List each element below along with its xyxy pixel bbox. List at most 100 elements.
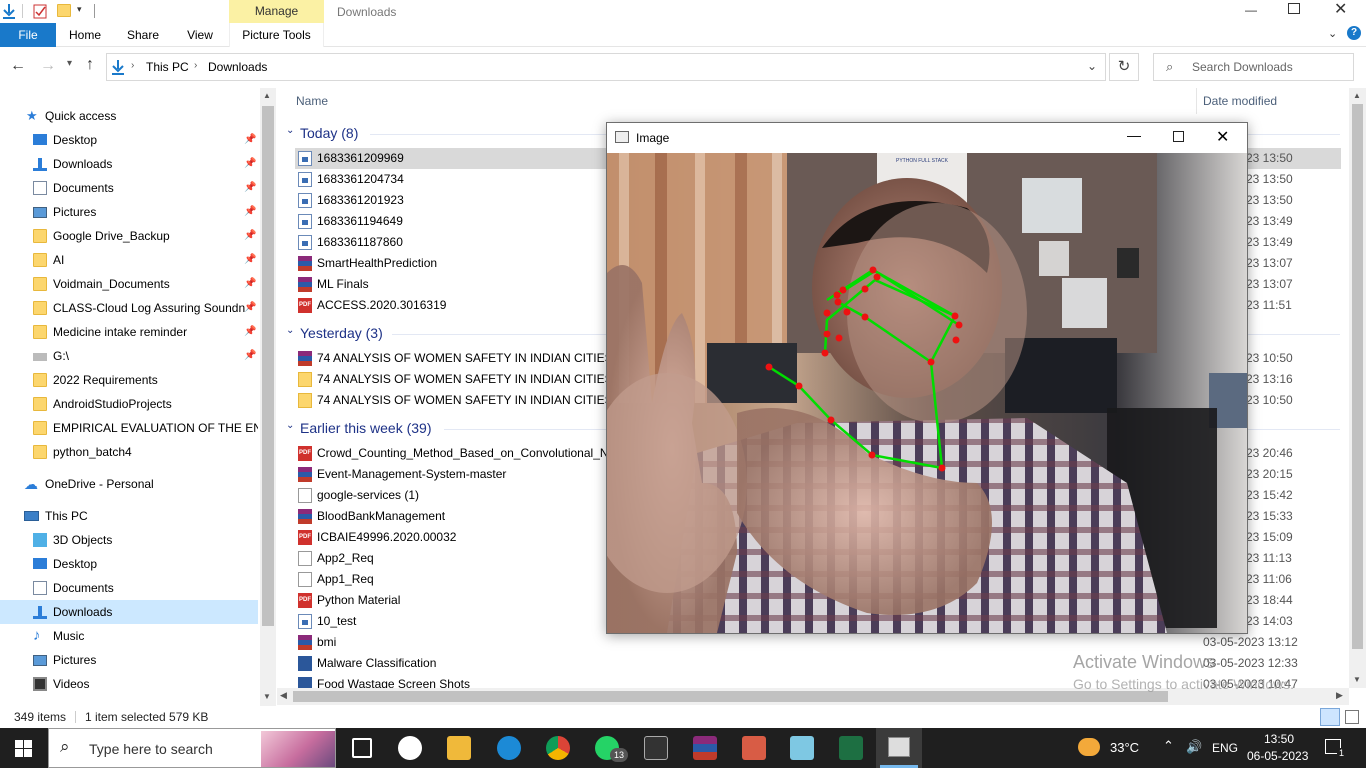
file-explorer-icon[interactable]	[447, 736, 471, 760]
taskbar-search-input[interactable]: ⌕ Type here to search	[48, 728, 336, 768]
sidebar-item-pictures[interactable]: Pictures 📌	[0, 200, 258, 224]
help-icon[interactable]: ?	[1347, 26, 1361, 40]
new-folder-icon[interactable]	[57, 4, 71, 17]
filelist-scrollbar[interactable]: ▲ ▼	[1349, 88, 1366, 688]
refresh-icon[interactable]: ↻	[1109, 53, 1139, 81]
volume-icon[interactable]: 🔊	[1186, 739, 1202, 755]
excel-icon[interactable]	[839, 736, 863, 760]
back-icon[interactable]: ←	[10, 57, 26, 75]
details-view-icon[interactable]	[1320, 708, 1340, 726]
sidebar-item-empirical-evaluation-of-the-ensei[interactable]: EMPIRICAL EVALUATION OF THE ENSEI	[0, 416, 258, 440]
pin-icon[interactable]: 📌	[244, 296, 256, 320]
forward-icon[interactable]: →	[40, 57, 56, 75]
image-window[interactable]: Image — ✕ PYTHON FULL STACK	[606, 122, 1248, 634]
weather-temp[interactable]: 33°C	[1110, 740, 1139, 755]
customize-quick-access-icon[interactable]: ▾	[77, 4, 82, 15]
download-arrow-icon[interactable]	[2, 3, 16, 19]
sidebar-item-ai[interactable]: AI 📌	[0, 248, 258, 272]
pin-icon[interactable]: 📌	[244, 344, 256, 368]
scroll-down-icon[interactable]: ▼	[263, 692, 271, 701]
task-view-icon[interactable]	[352, 738, 372, 758]
column-date-modified[interactable]: Date modified	[1203, 94, 1277, 108]
filelist-scrollbar-thumb[interactable]	[1352, 104, 1363, 649]
language-indicator[interactable]: ENG	[1212, 741, 1238, 755]
tab-home[interactable]: Home	[62, 23, 108, 47]
maximize-icon[interactable]	[1173, 131, 1184, 142]
chevron-down-icon[interactable]: ⌄	[286, 325, 294, 336]
group-earlier-this-week[interactable]: Earlier this week (39)	[300, 420, 432, 436]
winrar-icon[interactable]	[693, 736, 717, 760]
pin-icon[interactable]: 📌	[244, 200, 256, 224]
column-name[interactable]: Name	[296, 94, 328, 108]
scroll-up-icon[interactable]: ▲	[263, 91, 271, 100]
file-row[interactable]: bmi 03-05-2023 13:12	[295, 632, 1341, 653]
pin-icon[interactable]: 📌	[244, 176, 256, 200]
terminal-icon[interactable]	[644, 736, 668, 760]
nav-quick-access[interactable]: ★ Quick access	[0, 104, 258, 128]
app-icon-3[interactable]	[790, 736, 814, 760]
sidebar-pc-item-desktop[interactable]: Desktop	[0, 552, 258, 576]
address-bar[interactable]: › This PC › Downloads ⌄	[106, 53, 1106, 81]
group-today[interactable]: Today (8)	[300, 125, 358, 141]
search-input[interactable]: ⌕ Search Downloads	[1153, 53, 1354, 81]
clock-date[interactable]: 06-05-2023	[1247, 749, 1308, 763]
sidebar-item-g[interactable]: G:\ 📌	[0, 344, 258, 368]
sidebar-item-python-batch4[interactable]: python_batch4	[0, 440, 258, 464]
scroll-down-icon[interactable]: ▼	[1353, 675, 1361, 684]
pin-icon[interactable]: 📌	[244, 224, 256, 248]
scroll-left-icon[interactable]: ◀	[280, 690, 287, 701]
clock-time[interactable]: 13:50	[1264, 732, 1294, 746]
pin-icon[interactable]: 📌	[244, 272, 256, 296]
expand-ribbon-icon[interactable]: ⌄	[1328, 27, 1337, 40]
sidebar-item-google-drive-backup[interactable]: Google Drive_Backup 📌	[0, 224, 258, 248]
windows-start-icon[interactable]	[15, 740, 32, 757]
minimize-icon[interactable]: —	[1127, 127, 1141, 143]
sidebar-item-documents[interactable]: Documents 📌	[0, 176, 258, 200]
tab-file[interactable]: File	[0, 23, 56, 47]
group-yesterday[interactable]: Yesterday (3)	[300, 325, 383, 341]
filelist-hscrollbar-thumb[interactable]	[293, 691, 1168, 702]
properties-icon[interactable]	[33, 3, 48, 19]
active-app-slot[interactable]	[876, 728, 922, 768]
nav-this-pc[interactable]: This PC	[0, 504, 258, 528]
close-icon[interactable]: ✕	[1216, 127, 1229, 147]
sidebar-pc-item-documents[interactable]: Documents	[0, 576, 258, 600]
tab-picture-tools[interactable]: Picture Tools	[229, 23, 324, 47]
sidebar-pc-item-3d-objects[interactable]: 3D Objects	[0, 528, 258, 552]
app-icon-1[interactable]	[398, 736, 422, 760]
pin-icon[interactable]: 📌	[244, 152, 256, 176]
sidebar-pc-item-pictures[interactable]: Pictures	[0, 648, 258, 672]
sidebar-item-desktop[interactable]: Desktop 📌	[0, 128, 258, 152]
image-window-titlebar[interactable]: Image — ✕	[607, 123, 1247, 153]
tab-share[interactable]: Share	[120, 23, 166, 47]
chrome-icon[interactable]	[546, 736, 570, 760]
address-dropdown-icon[interactable]: ⌄	[1087, 59, 1097, 73]
pin-icon[interactable]: 📌	[244, 320, 256, 344]
chevron-down-icon[interactable]: ⌄	[286, 420, 294, 431]
manage-context-tab[interactable]: Manage	[229, 0, 324, 23]
breadcrumb-downloads[interactable]: Downloads	[208, 60, 267, 74]
weather-icon[interactable]	[1078, 738, 1100, 756]
restore-icon[interactable]	[1288, 3, 1300, 14]
chevron-up-icon[interactable]: ⌃	[1163, 738, 1174, 754]
sidebar-pc-item-videos[interactable]: Videos	[0, 672, 258, 696]
close-icon[interactable]: ✕	[1334, 0, 1348, 22]
tab-view[interactable]: View	[178, 23, 222, 47]
sidebar-pc-item-downloads[interactable]: Downloads	[0, 600, 258, 624]
nav-scrollbar-thumb[interactable]	[262, 106, 274, 626]
sidebar-item-2022-requirements[interactable]: 2022 Requirements	[0, 368, 258, 392]
sidebar-pc-item-music[interactable]: ♪ Music	[0, 624, 258, 648]
sidebar-item-class-cloud-log-assuring-soundn[interactable]: CLASS-Cloud Log Assuring Soundn 📌	[0, 296, 258, 320]
breadcrumb-this-pc[interactable]: This PC	[146, 60, 189, 74]
large-icons-view-icon[interactable]	[1345, 710, 1359, 724]
pin-icon[interactable]: 📌	[244, 128, 256, 152]
sidebar-item-androidstudioprojects[interactable]: AndroidStudioProjects	[0, 392, 258, 416]
edge-icon[interactable]	[497, 736, 521, 760]
scroll-right-icon[interactable]: ▶	[1336, 690, 1343, 701]
scroll-up-icon[interactable]: ▲	[1353, 91, 1361, 100]
pin-icon[interactable]: 📌	[244, 248, 256, 272]
minimize-icon[interactable]: —	[1244, 0, 1258, 22]
sidebar-item-downloads[interactable]: Downloads 📌	[0, 152, 258, 176]
recent-locations-icon[interactable]: ▾	[67, 58, 72, 69]
sidebar-item-medicine-intake-reminder[interactable]: Medicine intake reminder 📌	[0, 320, 258, 344]
